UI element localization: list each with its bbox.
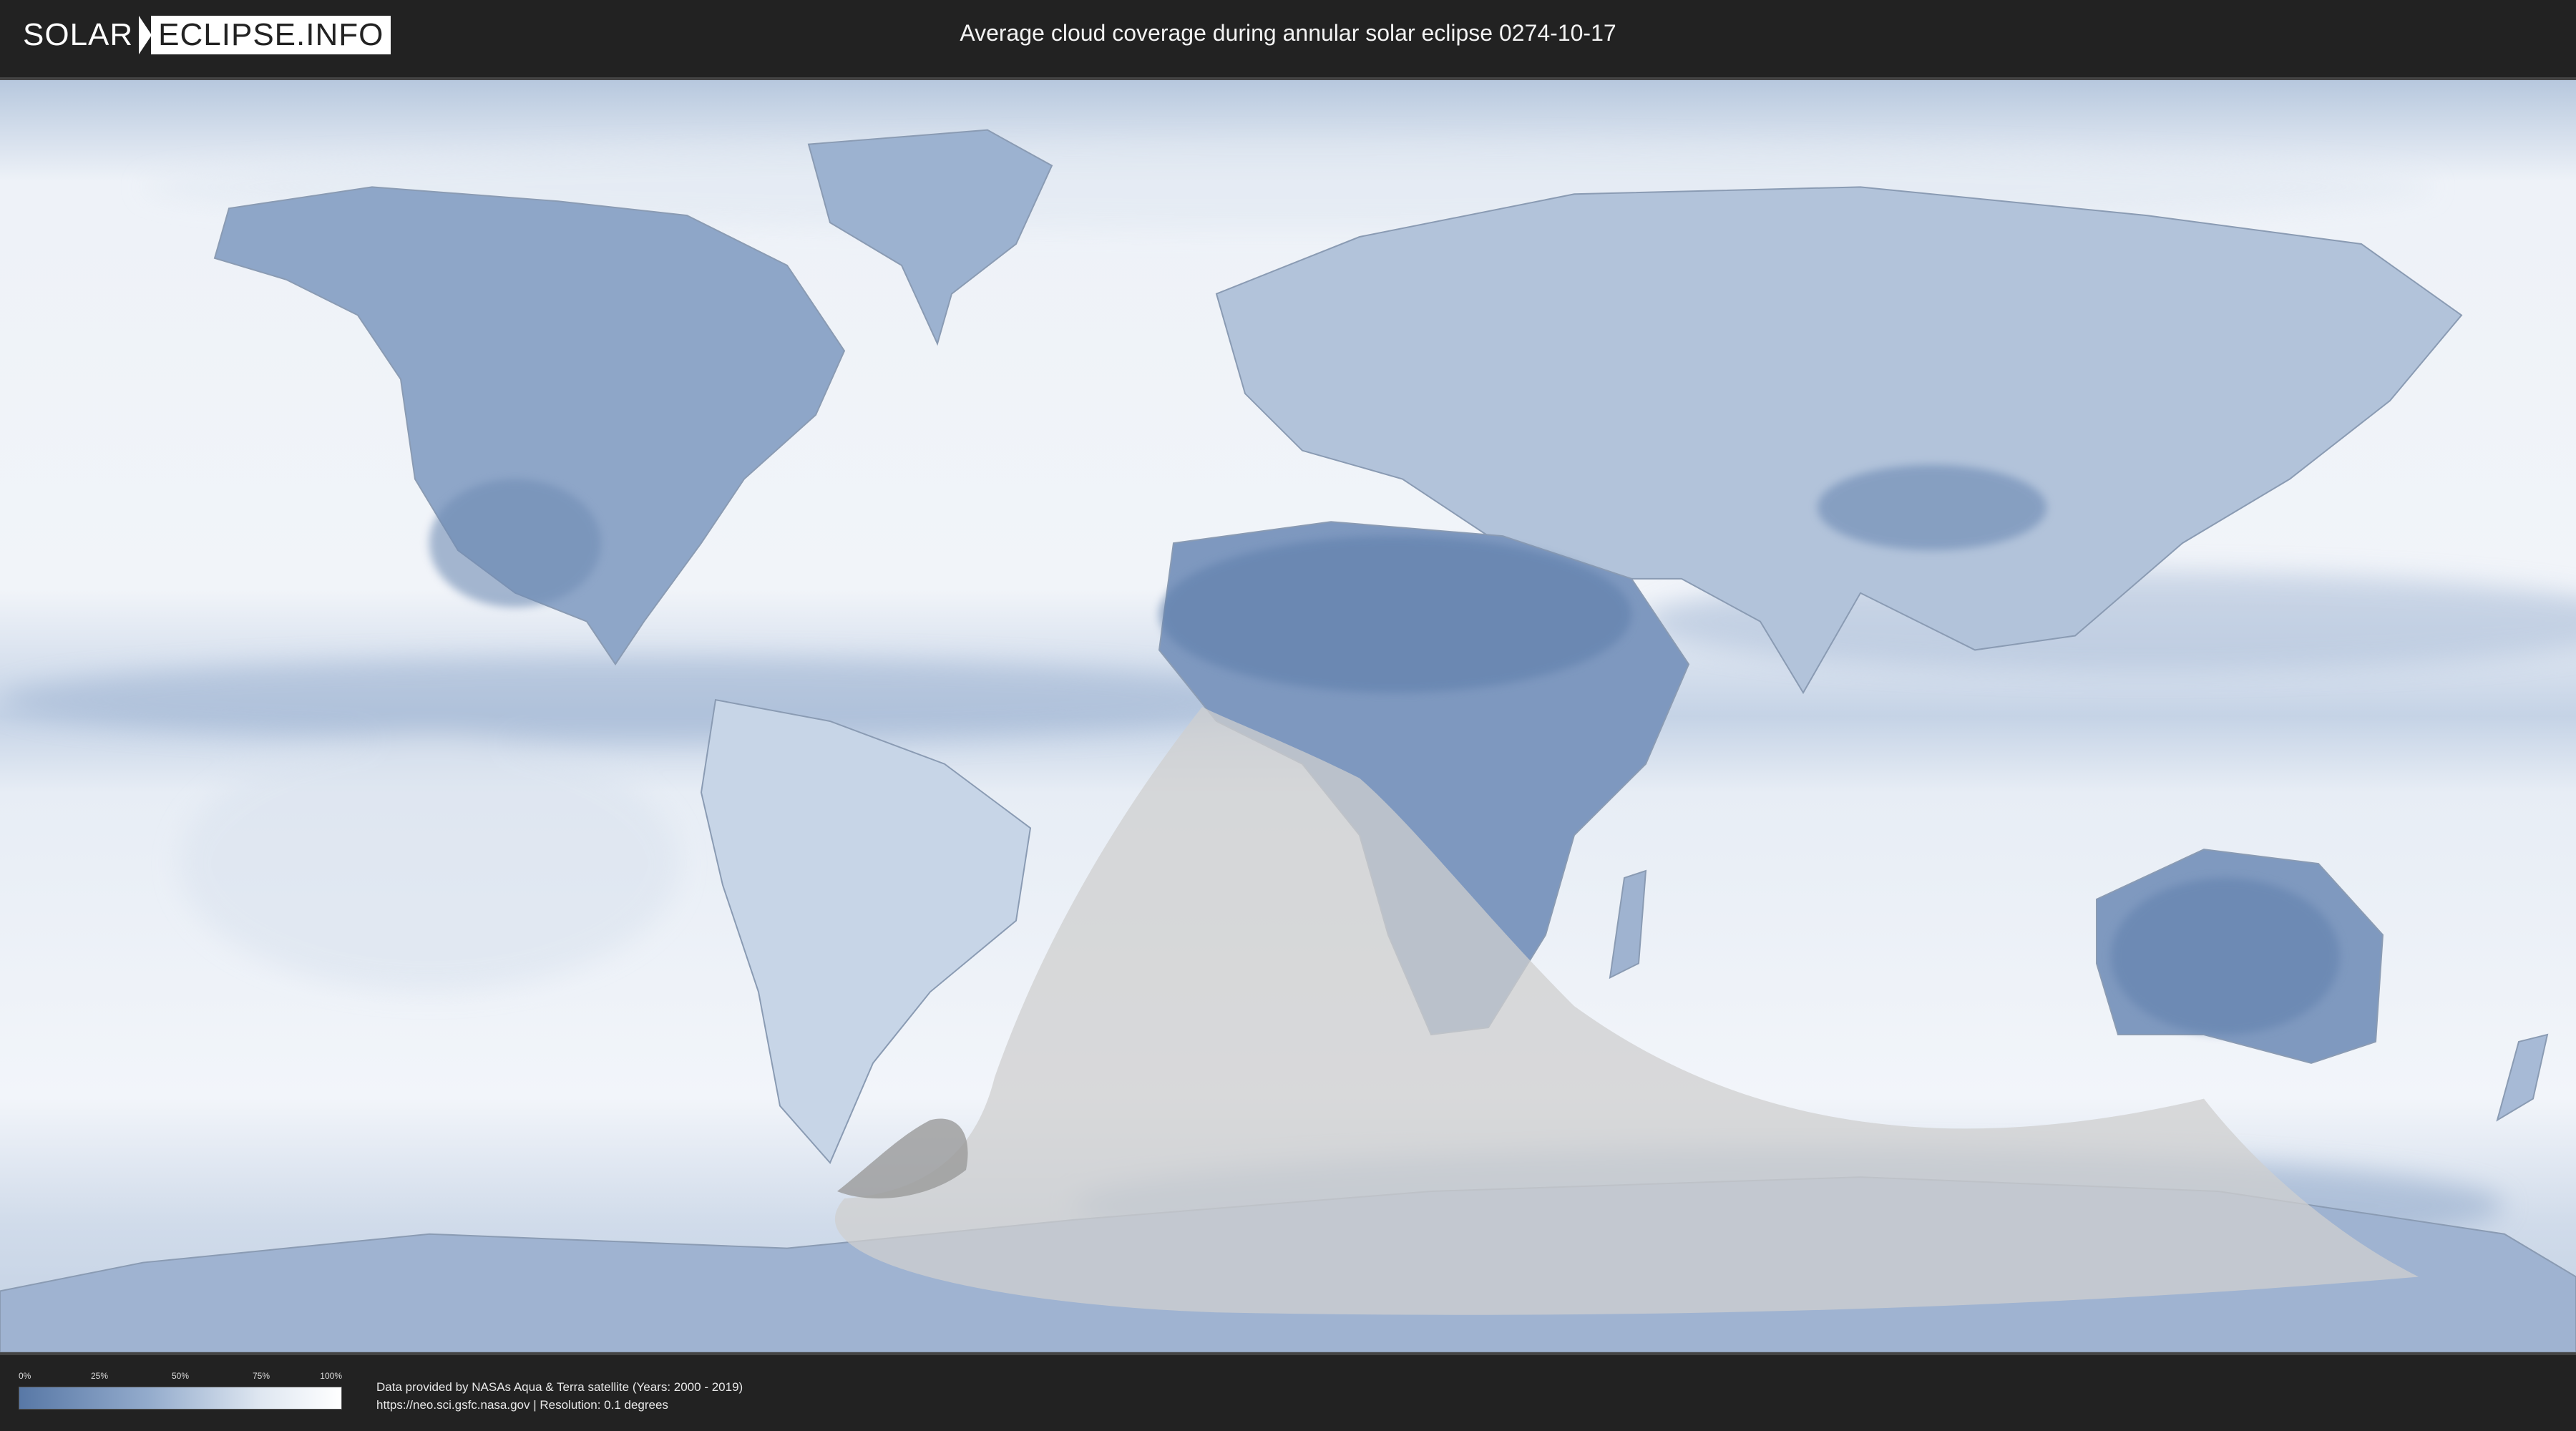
world-map-svg (0, 80, 2576, 1352)
footer-bar: 0% 25% 50% 75% 100% Data provided by NAS… (0, 1355, 2576, 1431)
legend-tick-75: 75% (252, 1371, 270, 1381)
legend-ticks: 0% 25% 50% 75% 100% (19, 1371, 342, 1387)
legend-color-bar (19, 1387, 342, 1410)
credits-line-url[interactable]: https://neo.sci.gsfc.nasa.gov | Resoluti… (376, 1396, 743, 1414)
header-bar: SOLAR ECLIPSE.INFO Average cloud coverag… (0, 0, 2576, 72)
cloud-coverage-map[interactable] (0, 77, 2576, 1355)
legend-tick-50: 50% (171, 1371, 190, 1381)
data-credits: Data provided by NASAs Aqua & Terra sate… (376, 1378, 743, 1414)
credits-line-source: Data provided by NASAs Aqua & Terra sate… (376, 1380, 743, 1394)
page-title: Average cloud coverage during annular so… (960, 20, 1616, 46)
legend-tick-0: 0% (19, 1371, 31, 1381)
legend-tick-25: 25% (90, 1371, 109, 1381)
legend-tick-100: 100% (320, 1371, 342, 1381)
cloud-legend: 0% 25% 50% 75% 100% (19, 1371, 342, 1410)
